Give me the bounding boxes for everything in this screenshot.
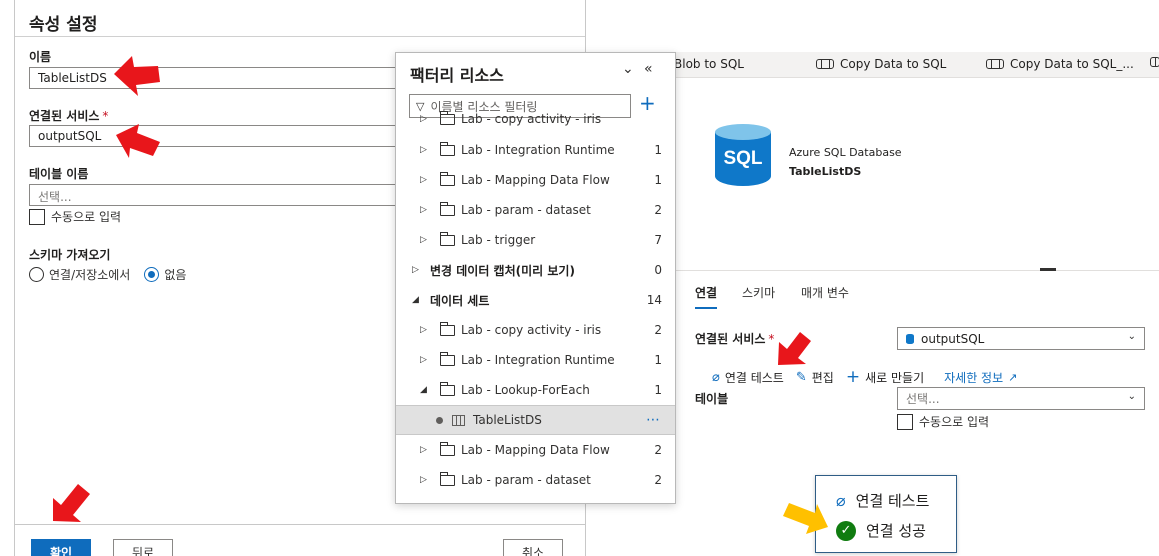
yellow-arrow-icon xyxy=(783,503,828,534)
red-arrow-icon xyxy=(778,332,811,365)
annotation-arrows xyxy=(53,56,828,534)
red-arrow-icon xyxy=(53,484,90,522)
red-arrow-icon xyxy=(114,56,160,96)
red-arrow-icon xyxy=(116,124,160,158)
